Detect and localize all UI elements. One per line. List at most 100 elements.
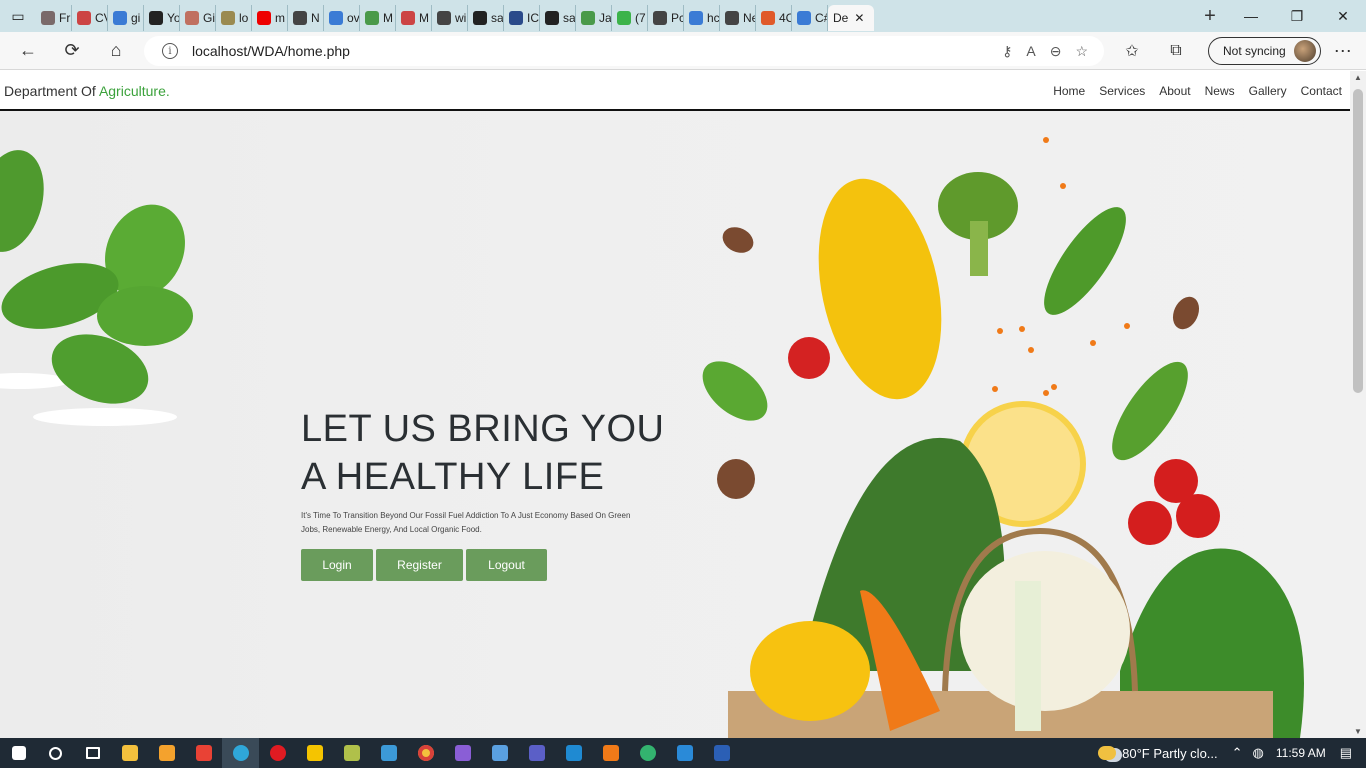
site-info-icon[interactable]: i xyxy=(162,43,178,59)
profile-sync-button[interactable]: Not syncing xyxy=(1208,37,1321,65)
tab-favicon-icon xyxy=(653,11,667,25)
chrome-icon[interactable] xyxy=(407,738,444,768)
back-icon[interactable]: ← xyxy=(6,32,50,70)
sync-label: Not syncing xyxy=(1223,44,1286,58)
nav-link-gallery[interactable]: Gallery xyxy=(1249,84,1287,98)
tab-label: Ja xyxy=(599,11,612,25)
browser-tab[interactable]: sa xyxy=(540,5,576,31)
site-brand[interactable]: Department Of Agriculture. xyxy=(4,83,170,99)
browser-tab[interactable]: hc xyxy=(684,5,720,31)
browser-tab[interactable]: sa xyxy=(468,5,504,31)
partly-cloudy-icon xyxy=(1098,746,1117,760)
tab-favicon-icon xyxy=(113,11,127,25)
browser-tab[interactable]: wi xyxy=(432,5,468,31)
photos-icon[interactable] xyxy=(666,738,703,768)
browser-tab[interactable]: CV xyxy=(72,5,108,31)
restore-icon[interactable]: ❐ xyxy=(1274,8,1320,25)
browser-tab[interactable]: N xyxy=(288,5,324,31)
keyboard-icon[interactable] xyxy=(481,738,518,768)
refresh-icon[interactable]: ⟳ xyxy=(50,32,94,70)
browser-tab[interactable]: lo xyxy=(216,5,252,31)
home-icon[interactable]: ⌂ xyxy=(94,32,138,70)
vscode-icon[interactable] xyxy=(555,738,592,768)
zoom-out-icon[interactable]: ⊖ xyxy=(1050,43,1062,60)
store-icon[interactable] xyxy=(148,738,185,768)
close-window-icon[interactable]: ✕ xyxy=(1320,8,1366,25)
tab-favicon-icon xyxy=(509,11,523,25)
logout-button[interactable]: Logout xyxy=(466,549,547,581)
nav-link-about[interactable]: About xyxy=(1159,84,1190,98)
hero-illustration xyxy=(0,137,1304,738)
file-explorer-icon[interactable] xyxy=(111,738,148,768)
visual-studio-icon[interactable] xyxy=(444,738,481,768)
tab-actions-icon[interactable]: ▭ xyxy=(0,0,36,32)
browser-tab[interactable]: M xyxy=(396,5,432,31)
browser-tab[interactable]: m xyxy=(252,5,288,31)
network-icon[interactable]: ◍ xyxy=(1253,745,1264,761)
system-tray: 80°F Partly clo... ⌃ ◍ 11:59 AM ▤ xyxy=(1098,738,1366,768)
xampp-icon[interactable] xyxy=(592,738,629,768)
tab-label: sa xyxy=(491,11,504,25)
browser-tab[interactable]: 4C xyxy=(756,5,792,31)
tab-favicon-icon xyxy=(293,11,307,25)
nav-link-home[interactable]: Home xyxy=(1053,84,1085,98)
teams-icon[interactable] xyxy=(518,738,555,768)
gmail-icon[interactable] xyxy=(185,738,222,768)
search-icon[interactable] xyxy=(37,738,74,768)
clock[interactable]: 11:59 AM xyxy=(1276,746,1326,760)
browser-tab[interactable]: gi xyxy=(108,5,144,31)
browser-tab[interactable]: Yo xyxy=(144,5,180,31)
tab-label: M xyxy=(383,11,393,25)
opera-icon[interactable] xyxy=(259,738,296,768)
register-button[interactable]: Register xyxy=(376,549,463,581)
notifications-icon[interactable]: ▤ xyxy=(1340,745,1352,761)
browser-tab[interactable]: C# xyxy=(792,5,828,31)
browser-tab[interactable]: Fri xyxy=(36,5,72,31)
browser-tab[interactable]: Ne xyxy=(720,5,756,31)
browser-tab[interactable]: M xyxy=(360,5,396,31)
edge-icon[interactable] xyxy=(222,738,259,768)
headline-line-1: LET US BRING YOU xyxy=(301,408,665,450)
minimize-icon[interactable]: — xyxy=(1228,8,1274,24)
scroll-thumb[interactable] xyxy=(1353,89,1363,393)
login-button[interactable]: Login xyxy=(301,549,373,581)
browser-tab[interactable]: Ja xyxy=(576,5,612,31)
browser-tab[interactable]: ov xyxy=(324,5,360,31)
key-icon[interactable]: ⚷ xyxy=(1002,43,1012,60)
active-browser-tab[interactable]: De ✕ xyxy=(828,5,874,31)
tab-favicon-icon xyxy=(545,11,559,25)
browser-tab[interactable]: Pc xyxy=(648,5,684,31)
tab-label: Gi xyxy=(203,11,215,25)
close-tab-icon[interactable]: ✕ xyxy=(854,11,864,25)
read-aloud-icon[interactable]: A xyxy=(1026,43,1035,60)
page-scrollbar[interactable]: ▲ ▼ xyxy=(1350,71,1366,738)
settings-app-icon[interactable] xyxy=(333,738,370,768)
browser-tab[interactable]: (7 xyxy=(612,5,648,31)
favorites-icon[interactable]: ✩ xyxy=(1110,32,1154,70)
nav-link-services[interactable]: Services xyxy=(1099,84,1145,98)
weather-widget[interactable]: 80°F Partly clo... xyxy=(1098,746,1218,761)
tab-label: C# xyxy=(815,11,827,25)
collections-icon[interactable]: ⧉ xyxy=(1154,32,1198,70)
chevron-up-icon[interactable]: ⌃ xyxy=(1232,745,1243,761)
git-client-icon[interactable] xyxy=(370,738,407,768)
tab-favicon-icon xyxy=(437,11,451,25)
word-icon[interactable] xyxy=(703,738,740,768)
browser-tab[interactable]: IC xyxy=(504,5,540,31)
vegetables-image xyxy=(702,137,1304,738)
tab-label: IC xyxy=(527,11,539,25)
new-tab-button[interactable]: + xyxy=(1192,5,1228,28)
nav-link-news[interactable]: News xyxy=(1205,84,1235,98)
add-favorite-icon[interactable]: ☆ xyxy=(1075,43,1088,60)
browser-tab[interactable]: Gi xyxy=(180,5,216,31)
start-icon[interactable] xyxy=(0,738,37,768)
url-field[interactable]: i localhost/WDA/home.php ⚷ A ⊖ ☆ xyxy=(144,36,1104,66)
nav-link-contact[interactable]: Contact xyxy=(1301,84,1342,98)
scroll-up-icon[interactable]: ▲ xyxy=(1354,73,1362,82)
headline-line-2: A HEALTHY LIFE xyxy=(301,456,605,498)
more-menu-icon[interactable]: ⋯ xyxy=(1321,32,1365,70)
edge-dev-icon[interactable] xyxy=(629,738,666,768)
task-view-icon[interactable] xyxy=(74,738,111,768)
media-player-icon[interactable] xyxy=(296,738,333,768)
scroll-down-icon[interactable]: ▼ xyxy=(1354,727,1362,736)
